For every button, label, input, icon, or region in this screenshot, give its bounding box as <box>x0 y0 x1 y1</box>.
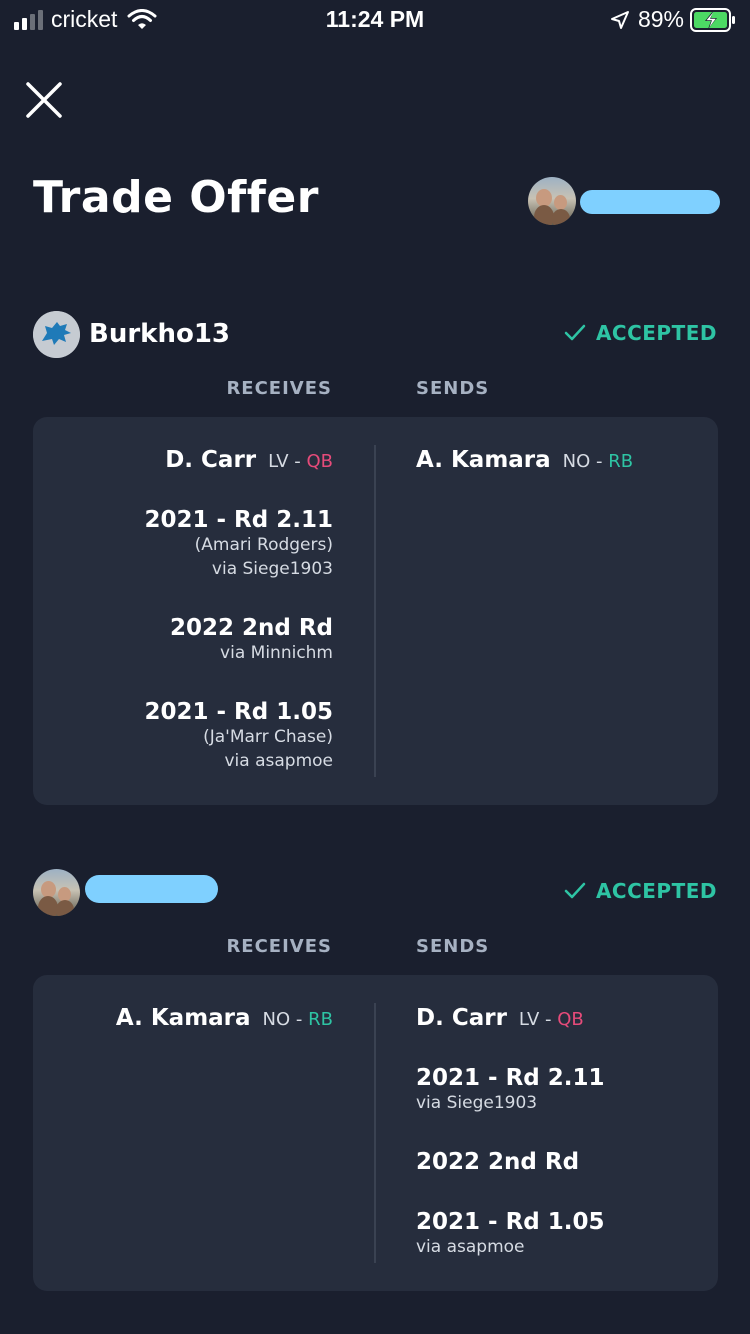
pick-label: 2022 2nd Rd <box>169 615 333 641</box>
accepted-status: ACCEPTED <box>564 321 717 345</box>
pick-label: 2022 2nd Rd <box>416 1149 580 1175</box>
player-item[interactable]: D. Carr LV - QB <box>416 1005 605 1065</box>
position-badge: RB <box>308 1009 333 1030</box>
status-bar: cricket 11:24 PM 89% <box>0 0 750 40</box>
column-divider <box>374 1003 376 1263</box>
player-name: D. Carr <box>416 1005 507 1031</box>
pick-item[interactable]: 2021 - Rd 1.05 (Ja'Marr Chase) via asapm… <box>144 699 333 773</box>
team-abbr: NO <box>262 1009 291 1030</box>
receives-header: RECEIVES <box>226 936 332 957</box>
sends-header: SENDS <box>416 936 490 957</box>
pick-player: (Ja'Marr Chase) <box>203 727 333 747</box>
user-avatar[interactable] <box>33 869 80 916</box>
team-abbr: NO <box>562 451 591 472</box>
receives-header: RECEIVES <box>226 378 332 399</box>
player-item[interactable]: A. Kamara NO - RB <box>116 1005 333 1031</box>
pick-item[interactable]: 2021 - Rd 2.11 (Amari Rodgers) via Siege… <box>144 507 333 615</box>
battery-charging-icon <box>690 7 735 32</box>
check-icon <box>564 324 586 341</box>
position-badge: QB <box>306 451 333 472</box>
accepted-label: ACCEPTED <box>595 321 717 345</box>
receives-column: D. Carr LV - QB 2021 - Rd 2.11 (Amari Rod… <box>144 447 333 773</box>
location-arrow-icon <box>610 10 629 29</box>
sends-column: D. Carr LV - QB 2021 - Rd 2.11 via Siege1… <box>416 1005 605 1259</box>
party-header: Burkho13 ACCEPTED <box>33 311 717 359</box>
user-avatar[interactable] <box>528 177 576 225</box>
page-title: Trade Offer <box>33 172 319 223</box>
column-headers: RECEIVES SENDS <box>0 936 750 960</box>
position-badge: RB <box>608 451 634 472</box>
pick-label: 2021 - Rd 1.05 <box>144 699 333 725</box>
pick-item[interactable]: 2022 2nd Rd <box>416 1149 605 1209</box>
team-abbr: LV <box>268 451 289 472</box>
pick-via: via asapmoe <box>224 751 333 771</box>
redacted-username <box>85 875 218 903</box>
party-name: Burkho13 <box>89 319 230 349</box>
pick-label: 2021 - Rd 2.11 <box>416 1065 605 1091</box>
pick-item[interactable]: 2021 - Rd 2.11 via Siege1903 <box>416 1065 605 1149</box>
pick-label: 2021 - Rd 2.11 <box>144 507 333 533</box>
position-badge: QB <box>557 1009 584 1030</box>
pick-via: via Minnichm <box>220 643 333 663</box>
party-header: ACCEPTED <box>33 869 717 917</box>
pick-via: via asapmoe <box>416 1237 525 1257</box>
close-icon[interactable] <box>22 78 66 122</box>
check-icon <box>564 882 586 899</box>
pick-item[interactable]: 2021 - Rd 1.05 via asapmoe <box>416 1209 605 1259</box>
pick-player: (Amari Rodgers) <box>194 535 333 555</box>
redacted-username <box>580 190 720 214</box>
pick-via: via Siege1903 <box>211 559 333 579</box>
column-divider <box>374 445 376 777</box>
team-logo-avatar[interactable] <box>33 311 80 358</box>
accepted-status: ACCEPTED <box>564 879 717 903</box>
player-item[interactable]: D. Carr LV - QB <box>144 447 333 507</box>
player-name: D. Carr <box>165 447 257 473</box>
pick-item[interactable]: 2022 2nd Rd via Minnichm <box>144 615 333 699</box>
player-name: A. Kamara <box>416 447 551 473</box>
sends-column: A. Kamara NO - RB <box>416 447 633 473</box>
lion-logo-icon <box>33 311 80 358</box>
player-name: A. Kamara <box>115 1005 251 1031</box>
trade-card: D. Carr LV - QB 2021 - Rd 2.11 (Amari Rod… <box>33 417 718 805</box>
column-headers: RECEIVES SENDS <box>0 378 750 402</box>
battery-percent: 89% <box>637 6 684 32</box>
accepted-label: ACCEPTED <box>595 879 717 903</box>
status-right: 89% <box>610 6 736 33</box>
team-abbr: LV <box>518 1009 540 1030</box>
player-item[interactable]: A. Kamara NO - RB <box>416 447 633 473</box>
trade-card: A. Kamara NO - RB D. Carr LV - QB 2021 - R… <box>33 975 718 1291</box>
receives-column: A. Kamara NO - RB <box>116 1005 333 1031</box>
pick-via: via Siege1903 <box>416 1093 538 1113</box>
pick-label: 2021 - Rd 1.05 <box>416 1209 605 1235</box>
sends-header: SENDS <box>416 378 490 399</box>
